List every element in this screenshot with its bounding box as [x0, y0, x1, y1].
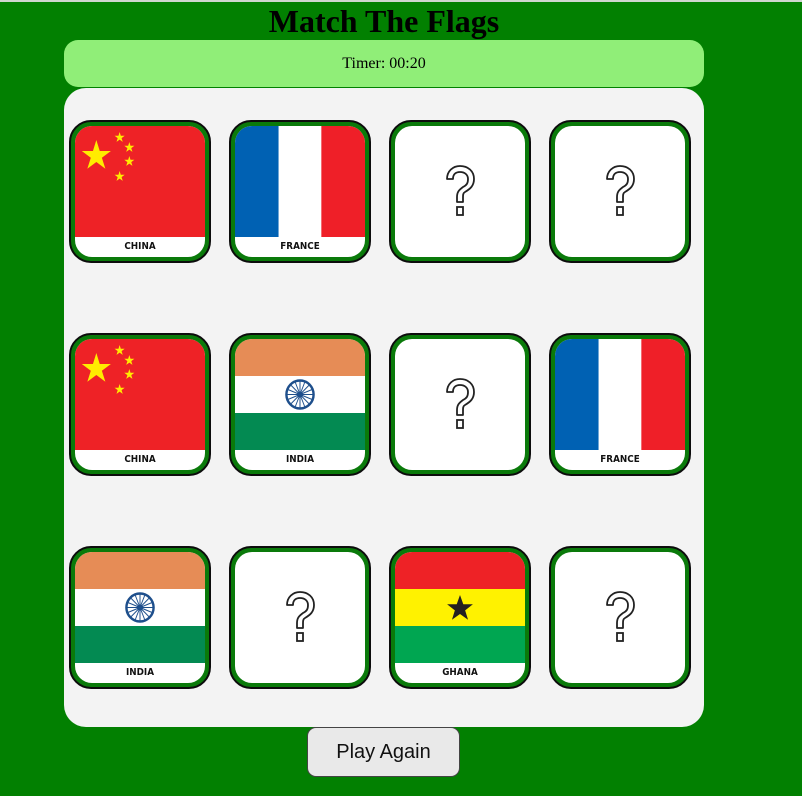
question-mark-icon: [606, 164, 635, 216]
card-face: FRANCE: [555, 339, 685, 470]
china-flag-icon: [75, 126, 205, 237]
card-3[interactable]: [389, 120, 531, 263]
card-6[interactable]: INDIA: [229, 333, 371, 476]
card-10[interactable]: [229, 546, 371, 689]
game-title: Match The Flags: [268, 3, 500, 39]
card-5[interactable]: CHINA: [69, 333, 211, 476]
card-back: [555, 552, 685, 683]
card-board: CHINA FRANCE CHINA INDIA FRANCE INDIA GH…: [64, 88, 704, 727]
india-flag-icon: [235, 339, 365, 450]
question-mark-icon: [446, 164, 475, 216]
play-again-button[interactable]: Play Again: [307, 727, 460, 777]
card-1[interactable]: CHINA: [69, 120, 211, 263]
card-back: [395, 126, 525, 257]
card-back: [235, 552, 365, 683]
card-back: [555, 126, 685, 257]
flag-name-label: FRANCE: [600, 454, 640, 465]
card-face: CHINA: [75, 126, 205, 257]
card-face: CHINA: [75, 339, 205, 470]
card-7[interactable]: [389, 333, 531, 476]
card-8[interactable]: FRANCE: [549, 333, 691, 476]
card-back: [395, 339, 525, 470]
flag-name-label: GHANA: [442, 667, 478, 678]
timer-bar: Timer: 00:20: [64, 40, 704, 87]
france-flag-icon: [235, 126, 365, 237]
question-mark-icon: [286, 590, 315, 642]
card-2[interactable]: FRANCE: [229, 120, 371, 263]
china-flag-icon: [75, 339, 205, 450]
card-face: INDIA: [235, 339, 365, 470]
card-9[interactable]: INDIA: [69, 546, 211, 689]
card-face: FRANCE: [235, 126, 365, 257]
france-flag-icon: [555, 339, 685, 450]
question-mark-icon: [606, 590, 635, 642]
flag-name-label: CHINA: [124, 454, 156, 465]
card-4[interactable]: [549, 120, 691, 263]
timer-text: Timer: 00:20: [342, 54, 426, 72]
card-face: GHANA: [395, 552, 525, 683]
ghana-flag-icon: [395, 552, 525, 663]
card-12[interactable]: [549, 546, 691, 689]
card-11[interactable]: GHANA: [389, 546, 531, 689]
india-flag-icon: [75, 552, 205, 663]
flag-name-label: CHINA: [124, 241, 156, 252]
card-face: INDIA: [75, 552, 205, 683]
flag-name-label: INDIA: [125, 667, 155, 678]
question-mark-icon: [446, 377, 475, 429]
flag-name-label: FRANCE: [280, 241, 320, 252]
flag-name-label: INDIA: [285, 454, 315, 465]
